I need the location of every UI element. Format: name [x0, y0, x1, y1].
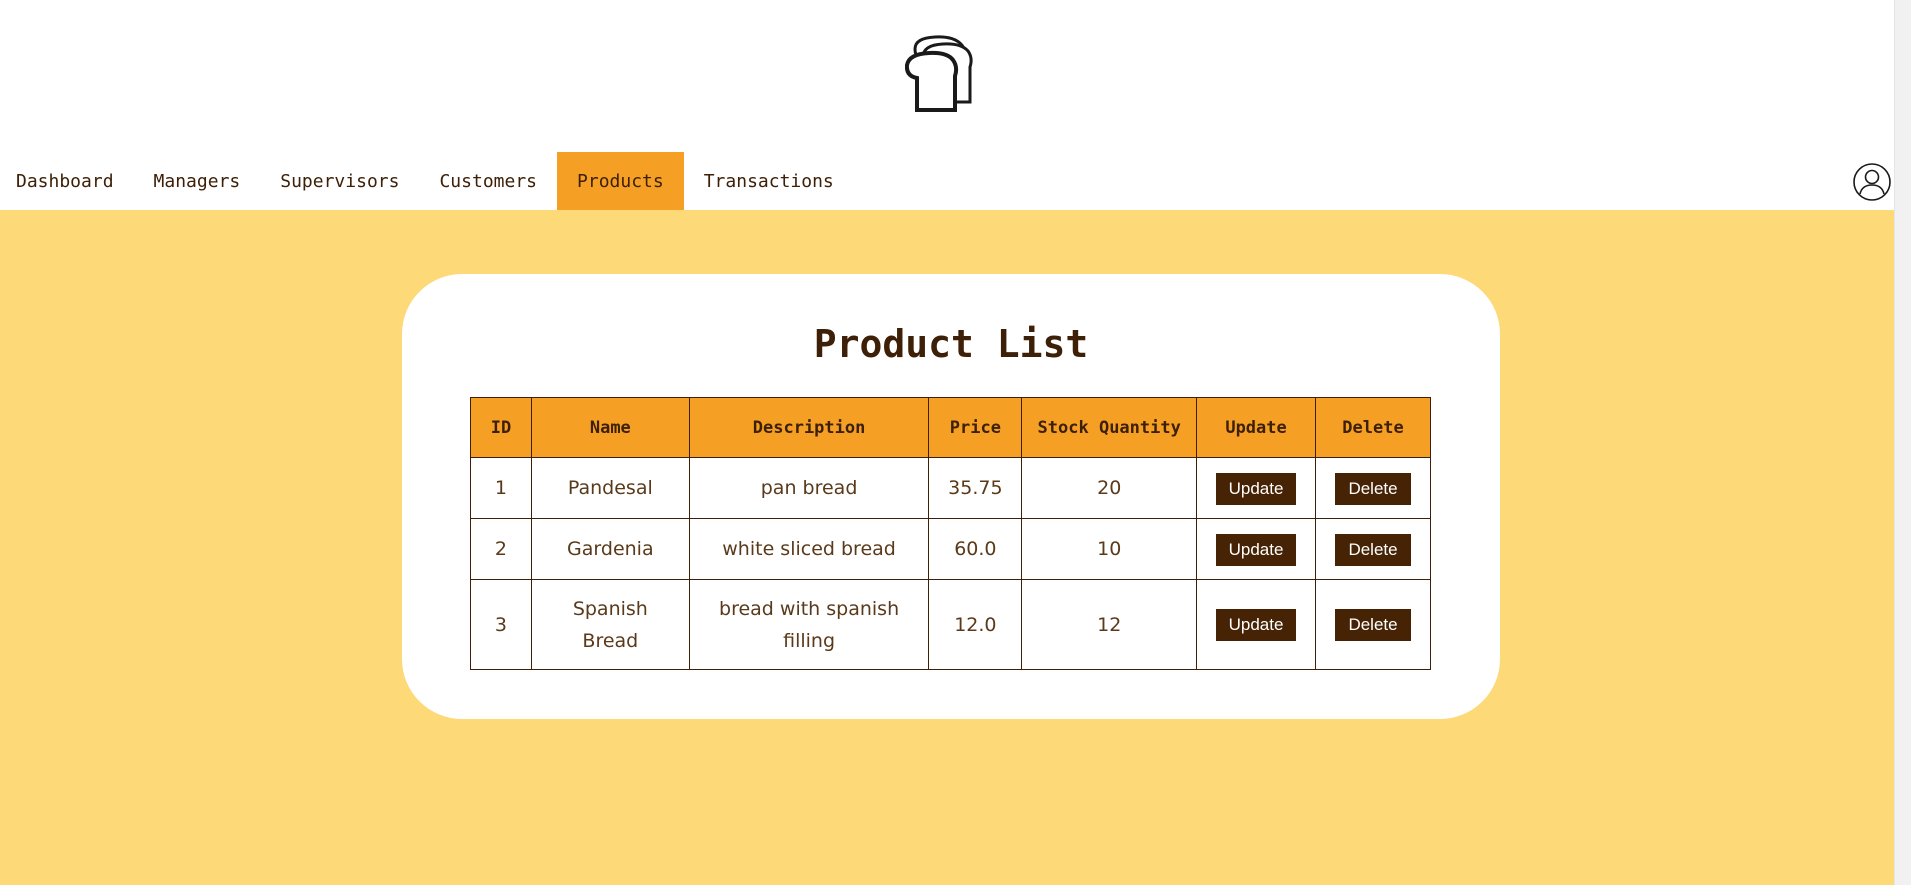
user-profile-icon[interactable]: [1852, 162, 1892, 202]
bread-slices-icon: [905, 35, 973, 112]
cell-name: Gardenia: [530, 518, 690, 580]
product-table: ID Name Description Price Stock Quantity…: [470, 397, 1431, 670]
cell-update: Update: [1196, 518, 1317, 580]
delete-button[interactable]: Delete: [1335, 533, 1411, 566]
nav-item-dashboard[interactable]: Dashboard: [0, 152, 134, 210]
cell-description: bread with spanish filling: [688, 579, 930, 670]
cell-update: Update: [1196, 457, 1317, 519]
nav-item-transactions[interactable]: Transactions: [684, 152, 854, 210]
cell-id: 3: [470, 579, 532, 670]
cell-update: Update: [1196, 579, 1317, 670]
delete-button[interactable]: Delete: [1335, 472, 1411, 505]
cell-price: 12.0: [928, 579, 1023, 670]
main-nav: Dashboard Managers Supervisors Customers…: [0, 152, 1894, 210]
cell-description: pan bread: [688, 457, 930, 519]
cell-id: 1: [470, 457, 532, 519]
nav-item-supervisors[interactable]: Supervisors: [260, 152, 419, 210]
cell-stock: 20: [1021, 457, 1198, 519]
header: [0, 0, 1894, 152]
column-header-delete: Delete: [1315, 397, 1431, 458]
product-list-card: Product List ID Name Description Price S…: [402, 274, 1500, 719]
cell-delete: Delete: [1315, 518, 1431, 580]
cell-id: 2: [470, 518, 532, 580]
column-header-id: ID: [470, 397, 532, 458]
column-header-description: Description: [688, 397, 930, 458]
cell-name: Pandesal: [530, 457, 690, 519]
cell-price: 35.75: [928, 457, 1023, 519]
column-header-update: Update: [1196, 397, 1317, 458]
page-title: Product List: [813, 322, 1089, 366]
table-row: 1 Pandesal pan bread 35.75 20 Update Del…: [470, 457, 1431, 519]
cell-stock: 10: [1021, 518, 1198, 580]
cell-price: 60.0: [928, 518, 1023, 580]
cell-delete: Delete: [1315, 579, 1431, 670]
update-button[interactable]: Update: [1215, 609, 1297, 641]
cell-delete: Delete: [1315, 457, 1431, 519]
vertical-scrollbar[interactable]: [1894, 0, 1911, 885]
column-header-stock-quantity: Stock Quantity: [1021, 397, 1198, 458]
nav-item-customers[interactable]: Customers: [419, 152, 557, 210]
update-button[interactable]: Update: [1215, 472, 1297, 505]
delete-button[interactable]: Delete: [1335, 609, 1411, 641]
main-content: Product List ID Name Description Price S…: [0, 210, 1894, 885]
column-header-price: Price: [928, 397, 1023, 458]
table-row: 3 Spanish Bread bread with spanish filli…: [470, 579, 1431, 670]
nav-item-products[interactable]: Products: [557, 152, 684, 210]
nav-item-managers[interactable]: Managers: [134, 152, 261, 210]
column-header-name: Name: [530, 397, 690, 458]
update-button[interactable]: Update: [1215, 533, 1297, 566]
table-header-row: ID Name Description Price Stock Quantity…: [470, 397, 1431, 458]
table-row: 2 Gardenia white sliced bread 60.0 10 Up…: [470, 518, 1431, 580]
cell-stock: 12: [1021, 579, 1198, 670]
page: Dashboard Managers Supervisors Customers…: [0, 0, 1894, 885]
cell-name: Spanish Bread: [530, 579, 690, 670]
cell-description: white sliced bread: [688, 518, 930, 580]
